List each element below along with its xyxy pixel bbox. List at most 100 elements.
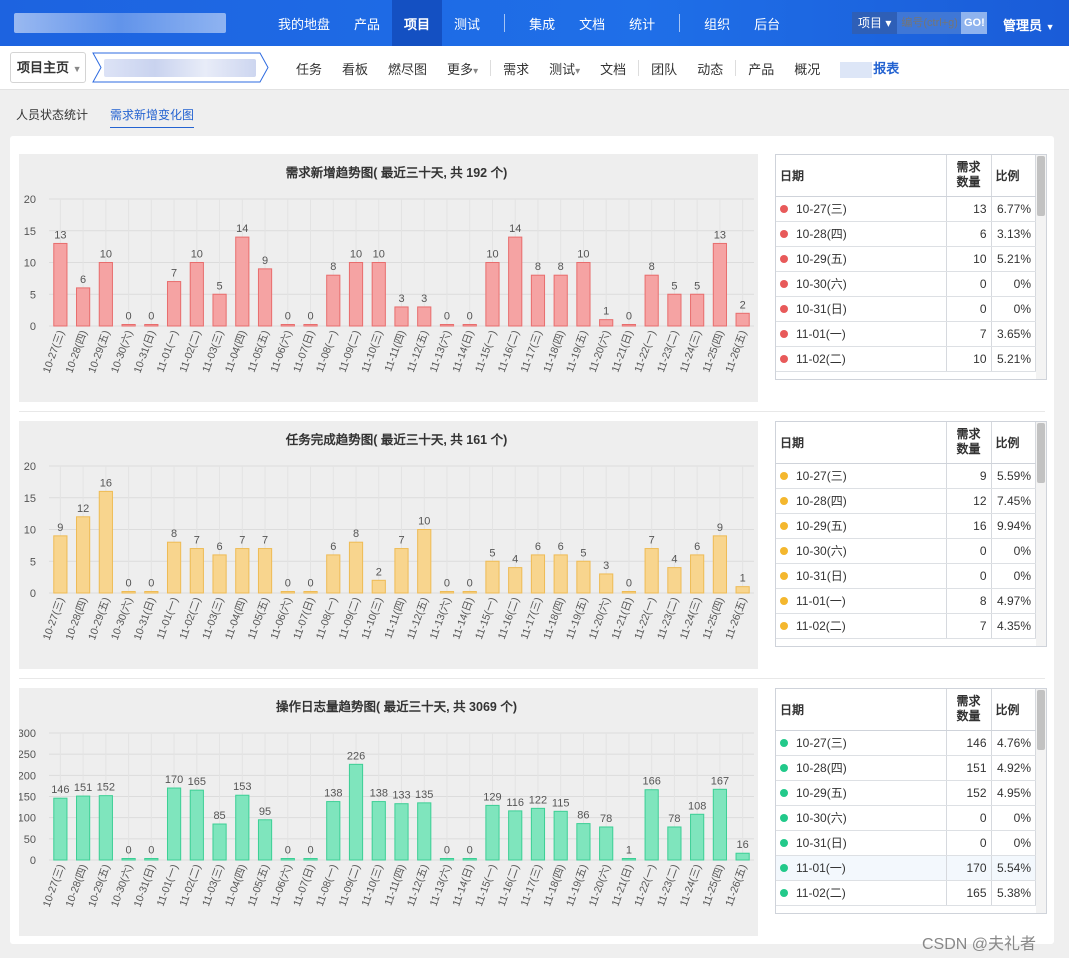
chart-bar[interactable] (303, 324, 318, 327)
table-row[interactable]: 11-02(二) 165 5.38% (776, 880, 1036, 906)
chart-bar[interactable] (348, 262, 364, 327)
chart-bar[interactable] (485, 804, 500, 861)
nav-item[interactable]: 我的地盘 (266, 0, 342, 46)
chart-bar[interactable] (712, 535, 727, 594)
project-menu-item-report[interactable]: 报表 (830, 58, 909, 78)
table-row[interactable]: 10-31(日) 0 0% (776, 830, 1036, 856)
table-row[interactable]: 11-01(一) 7 3.65% (776, 321, 1036, 347)
scrollbar-thumb[interactable] (1037, 156, 1045, 216)
chart-bar[interactable] (166, 281, 182, 327)
chart-bar[interactable] (348, 763, 364, 861)
chart-bar[interactable] (439, 324, 455, 327)
chart-bar[interactable] (53, 535, 68, 594)
chart-bar[interactable] (530, 274, 546, 327)
table-row[interactable]: 10-30(六) 0 0% (776, 538, 1036, 564)
chart-bar[interactable] (76, 795, 91, 861)
chart-bar[interactable] (235, 794, 250, 861)
chart-bar[interactable] (599, 826, 614, 861)
chart-bar[interactable] (326, 274, 341, 327)
chart-bar[interactable] (485, 560, 500, 594)
chart-bar[interactable] (235, 548, 250, 594)
chart-bar[interactable] (417, 529, 432, 594)
chart-bar[interactable] (667, 826, 682, 861)
chart-bar[interactable] (144, 858, 159, 861)
table-row[interactable]: 10-31(日) 0 0% (776, 563, 1036, 589)
chart-bar[interactable] (553, 274, 568, 327)
chart-bar[interactable] (76, 516, 91, 594)
chart-bar[interactable] (621, 324, 637, 327)
table-row[interactable]: 10-27(三) 146 4.76% (776, 730, 1036, 756)
chart-bar[interactable] (599, 319, 614, 327)
report-tab[interactable]: 人员状态统计 (16, 106, 88, 128)
nav-item[interactable]: 统计 (617, 0, 667, 46)
chart-bar[interactable] (735, 852, 750, 861)
chart-bar[interactable] (576, 262, 591, 327)
chart-bar[interactable] (530, 807, 546, 861)
search-go-button[interactable]: GO! (961, 12, 988, 34)
chart-bar[interactable] (280, 324, 295, 327)
nav-item[interactable]: 项目 (392, 0, 443, 46)
chart-bar[interactable] (121, 324, 136, 327)
chart-bar[interactable] (439, 858, 455, 861)
search-input[interactable] (897, 12, 962, 34)
chart-bar[interactable] (212, 823, 227, 861)
project-menu-item[interactable]: 看板 (332, 59, 378, 78)
user-menu[interactable]: 管理员 ▼ (1003, 15, 1055, 34)
chart-bar[interactable] (621, 858, 637, 861)
table-row[interactable]: 10-28(四) 151 4.92% (776, 755, 1036, 781)
nav-item[interactable]: 后台 (742, 0, 792, 46)
table-row[interactable]: 10-27(三) 9 5.59% (776, 463, 1036, 489)
chart-bar[interactable] (144, 591, 159, 594)
table-row[interactable]: 11-01(一) 8 4.97% (776, 588, 1036, 614)
chart-bar[interactable] (280, 591, 295, 594)
chart-bar[interactable] (644, 789, 659, 861)
chart-bar[interactable] (508, 236, 523, 327)
chart-bar[interactable] (212, 293, 227, 327)
chart-bar[interactable] (621, 591, 637, 594)
chart-bar[interactable] (553, 554, 568, 594)
table-scrollbar[interactable] (1036, 422, 1046, 646)
table-row[interactable]: 11-02(二) 10 5.21% (776, 346, 1036, 372)
chart-bar[interactable] (576, 823, 591, 861)
chart-bar[interactable] (394, 306, 409, 327)
chart-bar[interactable] (667, 293, 682, 327)
project-menu-item[interactable]: 测试▾ (539, 59, 590, 78)
chart-bar[interactable] (371, 579, 386, 594)
chart-bar[interactable] (712, 242, 727, 327)
chart-bar[interactable] (189, 548, 204, 594)
chart-bar[interactable] (417, 306, 432, 327)
chart-bar[interactable] (303, 591, 318, 594)
chart-bar[interactable] (257, 819, 273, 861)
scrollbar-thumb[interactable] (1037, 423, 1045, 483)
project-menu-item[interactable]: 动态 (687, 59, 733, 78)
table-row[interactable]: 10-29(五) 10 5.21% (776, 246, 1036, 272)
chart-bar[interactable] (394, 803, 409, 861)
chart-bar[interactable] (257, 548, 273, 594)
chart-bar[interactable] (98, 795, 113, 861)
chart-bar[interactable] (326, 554, 341, 594)
chart-bar[interactable] (212, 554, 227, 594)
chart-bar[interactable] (462, 324, 477, 327)
chart-bar[interactable] (98, 262, 113, 327)
nav-item[interactable]: 测试 (442, 0, 492, 46)
chart-bar[interactable] (439, 591, 455, 594)
chart-bar[interactable] (690, 554, 705, 594)
chart-bar[interactable] (53, 797, 68, 861)
chart-bar[interactable] (417, 802, 432, 861)
chart-bar[interactable] (735, 312, 750, 327)
table-row[interactable]: 10-29(五) 16 9.94% (776, 513, 1036, 539)
chart-bar[interactable] (530, 554, 546, 594)
table-row[interactable]: 10-29(五) 152 4.95% (776, 780, 1036, 806)
chart-bar[interactable] (98, 490, 113, 594)
chart-bar[interactable] (735, 586, 750, 594)
chart-bar[interactable] (53, 242, 68, 327)
chart-bar[interactable] (348, 541, 364, 594)
chart-bar[interactable] (667, 567, 682, 594)
chart-bar[interactable] (462, 591, 477, 594)
project-menu-item[interactable]: 文档 (590, 59, 636, 78)
project-menu-item[interactable]: 更多▾ (437, 59, 488, 78)
chart-bar[interactable] (690, 293, 705, 327)
chart-bar[interactable] (371, 801, 386, 861)
nav-item[interactable]: 集成 (517, 0, 567, 46)
report-tab[interactable]: 需求新增变化图 (110, 106, 195, 128)
